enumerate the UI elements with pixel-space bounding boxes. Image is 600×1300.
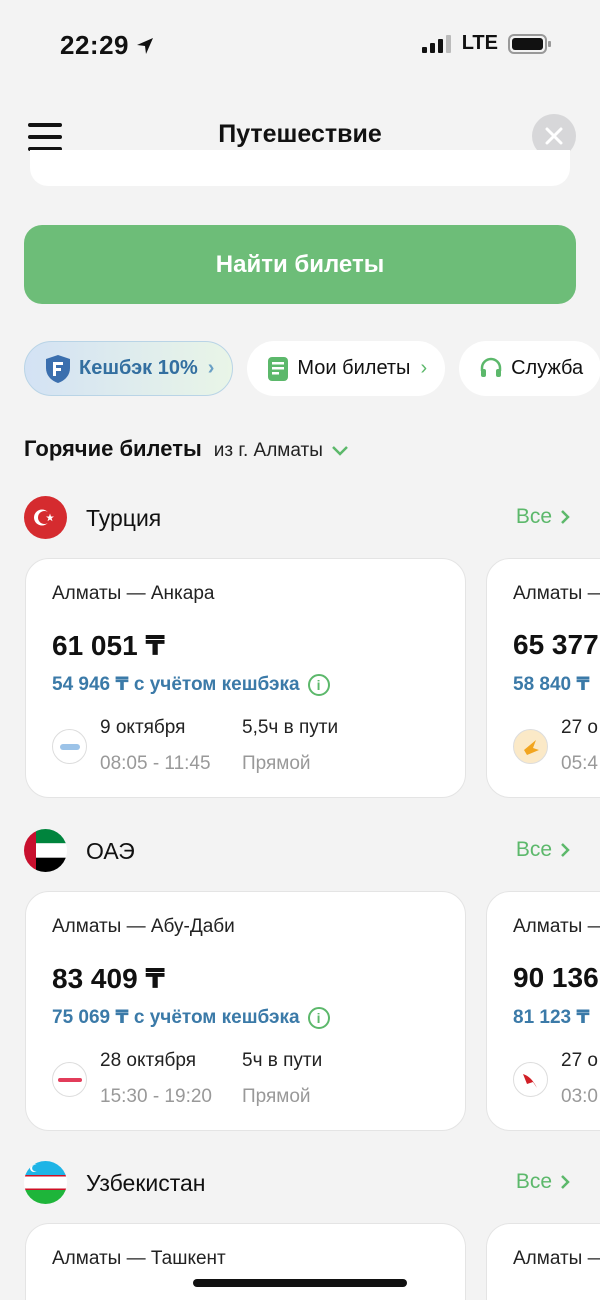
- ticket-card-partial-container: Алматы —: [486, 1223, 600, 1300]
- flight-date: 9 октября: [100, 717, 186, 738]
- status-time: 22:29: [60, 30, 155, 61]
- cashback-price: 54 946 ₸ с учётом кешбэка i: [52, 673, 330, 696]
- cashback-price-text: 75 069 ₸ с учётом кешбэка: [52, 1007, 300, 1028]
- signal-icon: [421, 34, 451, 53]
- home-indicator[interactable]: [193, 1279, 407, 1287]
- ticket-card[interactable]: Алматы — 90 136 81 123 ₸ 27 о 03:0: [486, 891, 600, 1131]
- page-title: Путешествие: [218, 120, 382, 148]
- route-text: Алматы —: [513, 916, 600, 937]
- ticket-icon: [268, 356, 289, 381]
- route-text: Алматы — Анкара: [52, 583, 215, 604]
- hot-tickets-header: Горячие билеты из г. Алматы: [24, 436, 349, 462]
- ticket-card-partial-container: Алматы — 90 136 81 123 ₸ 27 о 03:0: [486, 891, 600, 1133]
- support-chip-label: Служба: [511, 357, 584, 379]
- cashback-chip[interactable]: Кешбэк 10% ›: [24, 341, 234, 396]
- cashback-price: 58 840 ₸: [513, 673, 590, 696]
- cashback-price: 75 069 ₸ с учётом кешбэка i: [52, 1006, 330, 1029]
- airline-logo-icon: [52, 1062, 87, 1097]
- price-text: 61 051 ₸: [52, 630, 165, 661]
- turkey-flag-icon: [24, 496, 67, 539]
- network-type: LTE: [461, 32, 498, 54]
- departure-city-label: из г. Алматы: [213, 440, 323, 461]
- flight-time: 03:0: [561, 1086, 598, 1107]
- chevron-right-icon: ›: [207, 357, 215, 379]
- flight-time: 08:05 - 11:45: [100, 753, 211, 774]
- country-section-header: ОАЭ Все: [24, 829, 576, 873]
- close-icon: [545, 127, 563, 145]
- ticket-card[interactable]: Алматы —: [486, 1223, 600, 1300]
- shield-icon: [46, 354, 70, 383]
- country-section-header: Узбекистан Все: [24, 1161, 576, 1205]
- see-all-link[interactable]: Все: [516, 505, 570, 529]
- hot-tickets-title: Горячие билеты: [24, 436, 202, 461]
- flight-date: 27 о: [561, 1050, 598, 1071]
- cashback-chip-label: Кешбэк 10%: [79, 357, 198, 379]
- airline-logo-icon: [513, 729, 548, 764]
- route-text: Алматы — Ташкент: [52, 1248, 226, 1269]
- airline-logo-icon: [52, 729, 87, 764]
- cashback-price-text: 58 840 ₸: [513, 674, 590, 695]
- country-name: ОАЭ: [86, 838, 135, 864]
- departure-city-selector[interactable]: из г. Алматы: [214, 440, 349, 462]
- ticket-card-partial-container: Алматы — 65 377 58 840 ₸ 27 о 05:4: [486, 558, 600, 800]
- route-text: Алматы — Абу-Даби: [52, 916, 235, 937]
- airline-logo-icon: [513, 1062, 548, 1097]
- chevron-right-icon: [561, 1175, 570, 1189]
- uzbekistan-flag-icon: [24, 1161, 67, 1204]
- search-form-edge: [30, 150, 570, 186]
- ticket-card[interactable]: Алматы — 65 377 58 840 ₸ 27 о 05:4: [486, 558, 600, 798]
- ticket-card[interactable]: Алматы — Анкара 61 051 ₸ 54 946 ₸ с учёт…: [25, 558, 466, 798]
- see-all-link[interactable]: Все: [516, 838, 570, 862]
- flight-duration: 5,5ч в пути: [242, 717, 339, 738]
- quick-actions: Кешбэк 10% › Мои билеты › Служба: [24, 341, 600, 397]
- info-icon[interactable]: i: [307, 673, 330, 696]
- info-icon[interactable]: i: [307, 1006, 330, 1029]
- support-chip[interactable]: Служба: [459, 341, 600, 396]
- flight-time: 05:4: [561, 753, 598, 774]
- flight-time: 15:30 - 19:20: [100, 1086, 212, 1107]
- ticket-card[interactable]: Алматы — Абу-Даби 83 409 ₸ 75 069 ₸ с уч…: [25, 891, 466, 1131]
- route-text: Алматы —: [513, 1248, 600, 1269]
- country-name: Турция: [86, 505, 162, 531]
- chevron-down-icon: [331, 446, 348, 456]
- my-tickets-chip[interactable]: Мои билеты ›: [247, 341, 446, 396]
- uae-flag-icon: [24, 829, 67, 872]
- chevron-right-icon: [561, 843, 570, 857]
- see-all-label: Все: [515, 505, 552, 528]
- flight-type: Прямой: [242, 1086, 311, 1107]
- location-arrow-icon: [137, 37, 153, 54]
- see-all-label: Все: [515, 838, 552, 861]
- price-text: 90 136: [513, 962, 599, 993]
- country-section-header: Турция Все: [24, 496, 576, 540]
- see-all-link[interactable]: Все: [516, 1170, 570, 1194]
- flight-date: 28 октября: [100, 1050, 197, 1071]
- flight-date: 27 о: [561, 717, 598, 738]
- ticket-card[interactable]: Алматы — Ташкент: [25, 1223, 466, 1300]
- find-tickets-button[interactable]: Найти билеты: [24, 225, 576, 304]
- my-tickets-chip-label: Мои билеты: [297, 357, 411, 379]
- status-bar: 22:29 LTE: [0, 0, 600, 90]
- chevron-right-icon: ›: [420, 357, 428, 379]
- cashback-price-text: 81 123 ₸: [513, 1007, 590, 1028]
- headset-icon: [480, 357, 502, 377]
- battery-icon: [508, 33, 551, 54]
- flight-type: Прямой: [242, 753, 311, 774]
- route-text: Алматы —: [513, 583, 600, 604]
- cashback-price: 81 123 ₸: [513, 1006, 590, 1029]
- price-text: 65 377: [513, 629, 599, 660]
- see-all-label: Все: [515, 1170, 552, 1193]
- price-text: 83 409 ₸: [52, 963, 165, 994]
- country-name: Узбекистан: [86, 1170, 206, 1196]
- clock-text: 22:29: [60, 30, 129, 60]
- cashback-price-text: 54 946 ₸ с учётом кешбэка: [52, 674, 300, 695]
- chevron-right-icon: [561, 510, 570, 524]
- status-indicators: LTE: [421, 32, 552, 55]
- flight-duration: 5ч в пути: [242, 1050, 323, 1071]
